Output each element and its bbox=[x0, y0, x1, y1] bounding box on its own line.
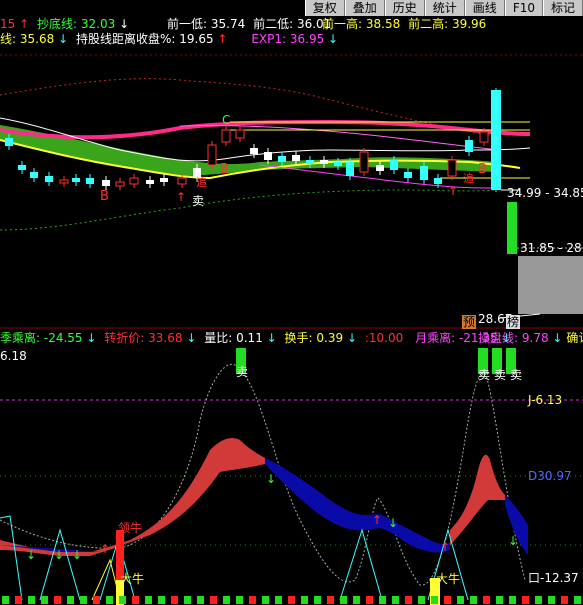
down-arrow-icon: ↓ bbox=[72, 548, 83, 562]
j-line-label: J-6.13 bbox=[528, 393, 563, 407]
bang-badge: 榜 bbox=[506, 315, 521, 329]
liang-value: 0.11 bbox=[236, 331, 263, 345]
sell-signal-4: 卖 bbox=[510, 368, 523, 382]
down-arrow-icon: ↓ bbox=[54, 548, 65, 562]
up-arrow-icon: ↑ bbox=[372, 513, 383, 527]
lead-bull-label: 领牛 bbox=[118, 521, 143, 535]
ji-label: 季乘离: bbox=[0, 331, 41, 345]
down-arrow-icon: ↓ bbox=[266, 472, 277, 486]
up-arrow-icon: ↑ bbox=[440, 540, 451, 554]
cao-label: 操盘线: bbox=[478, 331, 519, 345]
indicator-left-value: 6.18 bbox=[0, 349, 27, 363]
price-chart[interactable] bbox=[0, 0, 583, 330]
zhuan-label: 转折价: bbox=[104, 331, 145, 345]
arrow-down-icon: ↓ bbox=[266, 331, 277, 345]
yue-label: 月乘离: bbox=[415, 331, 456, 345]
indicator-header-right: 操盘线: 9.78 ↓ 确认 bbox=[478, 331, 583, 345]
arrow-down-icon: ↓ bbox=[552, 331, 563, 345]
indicator-header: 季乘离: -24.55 ↓ 转折价: 33.68 ↓ 量比: 0.11 ↓ 换手… bbox=[0, 331, 512, 345]
chase-marker: 追 bbox=[196, 176, 207, 189]
cao-value: 9.78 bbox=[521, 331, 549, 345]
buy-arrow-icon: ↑ bbox=[176, 190, 187, 204]
huan-value: 0.39 bbox=[316, 331, 344, 345]
d-line-label: D30.97 bbox=[528, 469, 572, 483]
big-bull-label: 大牛 bbox=[120, 572, 145, 586]
ten-value: :10.00 bbox=[364, 331, 404, 345]
sell-signal-2: 卖 bbox=[478, 368, 491, 382]
arrow-down-icon: ↓ bbox=[346, 331, 358, 345]
big-bull-label-2: 大牛 bbox=[436, 572, 461, 586]
arrow-down-icon: ↓ bbox=[86, 331, 97, 345]
price-range-top: 34.99 - 34.85 bbox=[507, 186, 583, 200]
zhuan-value: 33.68 bbox=[148, 331, 183, 345]
buy-marker: B bbox=[100, 189, 109, 204]
huan-label: 换手: bbox=[284, 331, 313, 345]
volume-green-bar bbox=[507, 202, 517, 254]
buy-arrow-icon-2: ↑ bbox=[448, 184, 459, 198]
price-range-mid: 31.85 - 28.6 bbox=[520, 241, 583, 255]
sell-signal-3: 卖 bbox=[494, 368, 507, 382]
down-arrow-icon: ↓ bbox=[26, 548, 37, 562]
lead-bull-bar bbox=[116, 530, 124, 605]
ji-value: -24.55 bbox=[43, 331, 83, 345]
arrow-down-icon: ↓ bbox=[186, 331, 197, 345]
down-arrow-icon: ↓ bbox=[508, 534, 519, 548]
que-label: 确认 bbox=[566, 331, 583, 345]
chase-marker-2: 追 bbox=[463, 172, 474, 185]
buy-marker-2: B bbox=[220, 162, 229, 177]
k-line-label: 口-12.37 bbox=[528, 571, 579, 585]
up-arrow-icon: ↑ bbox=[100, 542, 111, 556]
liang-label: 量比: bbox=[204, 331, 233, 345]
price-range-box bbox=[518, 256, 583, 314]
down-arrow-icon: ↓ bbox=[388, 516, 399, 530]
c-marker: C bbox=[222, 113, 231, 127]
sell-signal: 卖 bbox=[236, 365, 249, 379]
yu-badge: 预 bbox=[462, 315, 477, 329]
buy-marker-3: B bbox=[478, 162, 487, 177]
sell-marker: 卖 bbox=[192, 194, 205, 208]
